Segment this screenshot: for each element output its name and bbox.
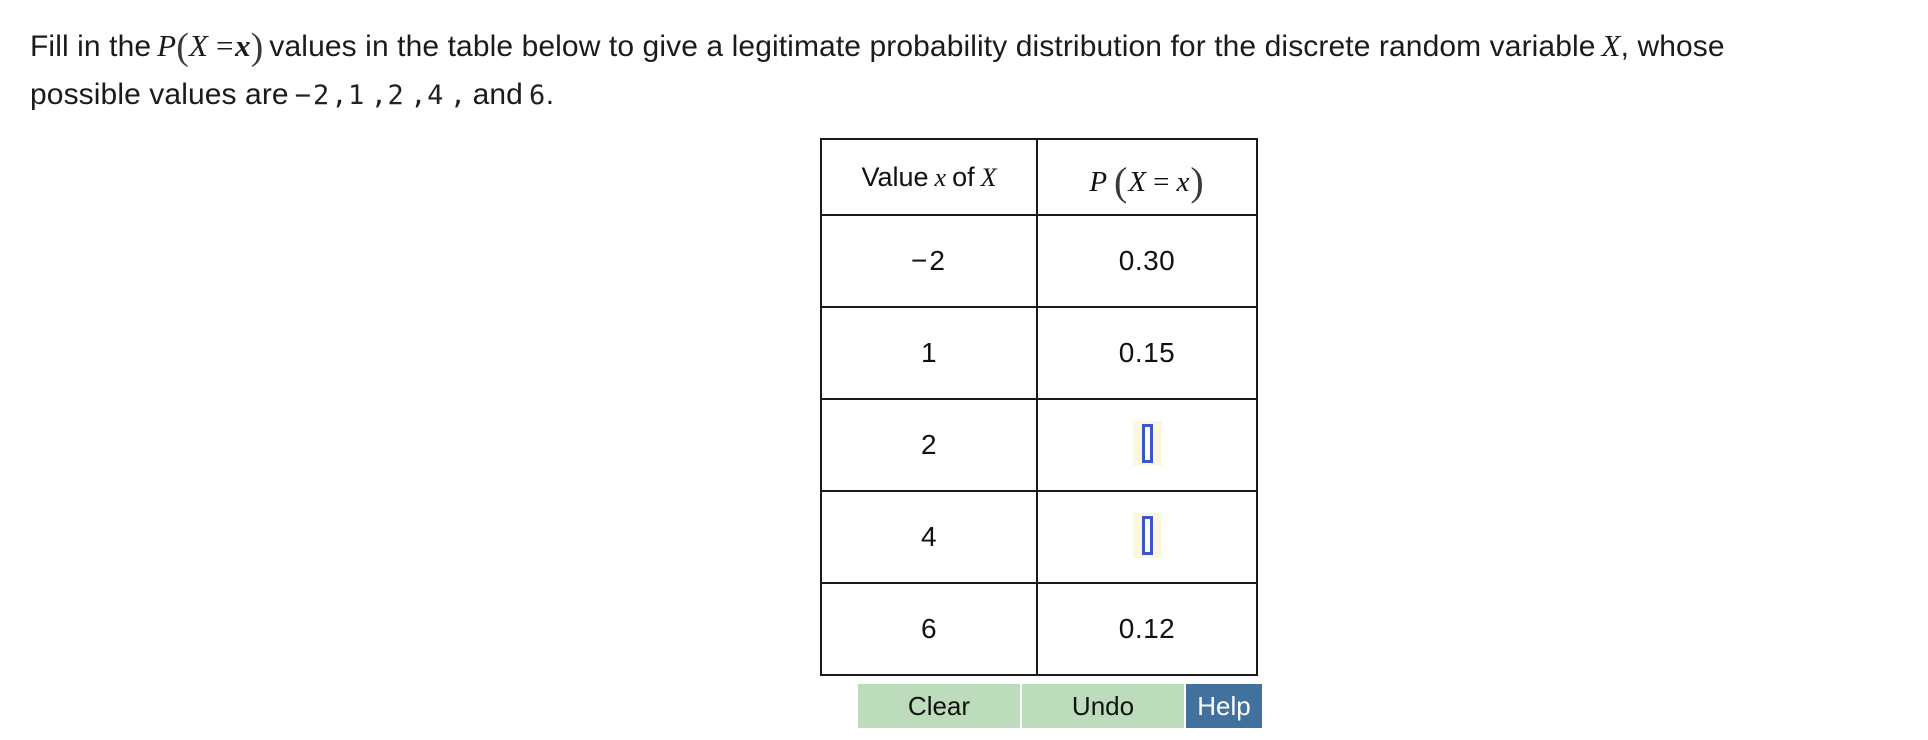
toolbar: Clear Undo Help <box>858 684 1262 728</box>
cell-value-row-3: 2 <box>820 398 1038 492</box>
cell-probability-row-5: 0.12 <box>1036 582 1258 676</box>
math-equals-sign: = <box>214 28 236 63</box>
prompt-text-part-5: and <box>472 78 523 111</box>
text-cursor-icon <box>1141 515 1153 555</box>
help-button[interactable]: Help <box>1186 684 1262 728</box>
math-variable-x-inline: X <box>1601 28 1621 63</box>
cell-value-row-2: 1 <box>820 306 1038 400</box>
header-open-paren-icon: ( <box>1114 158 1129 204</box>
header-value-label: Value x of X <box>861 162 996 192</box>
cell-value-row-1: −2 <box>820 214 1038 308</box>
value-row-2: 1 <box>920 337 938 368</box>
header-value-rv: X <box>980 162 997 192</box>
table-row: 4 <box>820 490 1258 584</box>
header-prob-rv: X <box>1128 165 1148 198</box>
value-row-1: −2 <box>911 245 947 276</box>
header-value-prefix: Value <box>861 161 929 192</box>
probability-row-1: 0.30 <box>1118 245 1176 276</box>
prompt-text-part-2: values in the table below to give a legi… <box>269 30 1596 63</box>
table-body: ValuexofX P(X=x) −2 0.30 1 0.15 2 <box>820 138 1258 676</box>
table-row: 2 <box>820 398 1258 492</box>
cell-value-row-4: 4 <box>820 490 1038 584</box>
prompt-text-part-1: Fill in the <box>30 30 152 63</box>
header-cell-value-x: Value x of X <box>820 138 1038 216</box>
prompt-period: . <box>545 78 555 111</box>
cell-probability-row-4[interactable] <box>1036 490 1258 584</box>
value-separator-1: , <box>331 80 348 111</box>
prompt-text-part-3: , whose <box>1620 30 1725 63</box>
cell-probability-row-2: 0.15 <box>1036 306 1258 400</box>
header-close-paren-icon: ) <box>1190 158 1205 204</box>
value-separator-4: , <box>449 80 467 111</box>
header-prob-equals: = <box>1153 165 1171 198</box>
probability-input-row-3[interactable] <box>1132 420 1162 466</box>
possible-value-2: 1 <box>348 80 365 111</box>
clear-button[interactable]: Clear <box>858 684 1022 728</box>
prompt-text-part-4: possible values are <box>30 78 289 111</box>
undo-button[interactable]: Undo <box>1022 684 1186 728</box>
cell-probability-row-1: 0.30 <box>1036 214 1258 308</box>
possible-value-4: 4 <box>427 80 444 111</box>
header-value-variable: x <box>934 162 947 192</box>
cell-probability-row-3[interactable] <box>1036 398 1258 492</box>
table-header-row: Value x of X P (X = x) <box>820 138 1258 216</box>
value-row-5: 6 <box>920 613 938 644</box>
table-row: −2 0.30 <box>820 214 1258 308</box>
possible-value-1: −2 <box>294 80 332 111</box>
math-random-variable-x: X <box>188 28 209 63</box>
probability-distribution-table: ValuexofX P(X=x) −2 0.30 1 0.15 2 <box>820 138 1258 676</box>
text-cursor-icon <box>1141 423 1153 463</box>
cell-value-row-5: 6 <box>820 582 1038 676</box>
math-open-paren-icon: ( <box>176 26 189 68</box>
value-separator-2: , <box>370 80 388 111</box>
table-row: 1 0.15 <box>820 306 1258 400</box>
probability-input-row-4[interactable] <box>1132 512 1162 558</box>
header-prob-var: x <box>1176 165 1191 198</box>
question-prompt: Fill in the P(X =x) values in the table bel… <box>30 20 1900 120</box>
value-row-3: 2 <box>920 429 938 460</box>
table-row: 6 0.12 <box>820 582 1258 676</box>
probability-row-5: 0.12 <box>1118 613 1176 644</box>
header-prob-p: P <box>1089 165 1109 198</box>
header-cell-probability: P (X = x) <box>1036 138 1258 216</box>
possible-value-5: 6 <box>528 80 546 111</box>
math-close-paren-icon: ) <box>250 26 264 68</box>
possible-value-3: 2 <box>387 80 405 111</box>
value-row-4: 4 <box>920 521 938 552</box>
math-p-symbol: P <box>157 28 177 63</box>
math-lowercase-x: x <box>235 28 251 63</box>
header-probability-label: P (X = x) <box>1089 159 1204 204</box>
probability-row-2: 0.15 <box>1118 337 1176 368</box>
header-value-suffix: of <box>952 161 975 192</box>
value-separator-3: , <box>410 80 428 111</box>
